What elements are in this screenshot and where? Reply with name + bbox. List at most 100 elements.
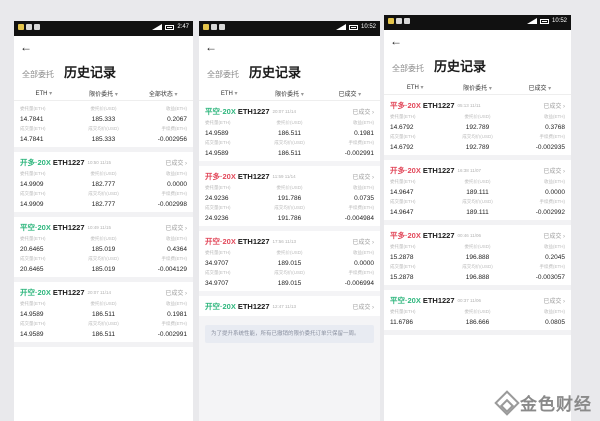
- field-label: 委托价(USD): [90, 236, 117, 241]
- field-value: -0.002956: [157, 135, 188, 143]
- order-card[interactable]: 开空·20X ETH1227 12:47 11/13 已成交: [199, 296, 380, 321]
- field-label: 收益(ETH): [543, 114, 565, 119]
- field-label: 手续费(ETH): [539, 199, 565, 204]
- order-card[interactable]: 开多·20XETH122711:59 11/14 已成交 委托量(ETH) 委托价(…: [199, 166, 380, 231]
- field-label: 收益(ETH): [352, 185, 374, 190]
- field-value: 14.7841: [20, 115, 44, 123]
- order-status[interactable]: 已成交: [165, 158, 187, 167]
- order-status[interactable]: 已成交: [165, 223, 187, 232]
- field-value: 14.9647: [390, 188, 414, 196]
- tab-all-orders[interactable]: 全部委托: [207, 69, 239, 80]
- field-value: 192.789: [465, 123, 490, 131]
- tab-all-orders[interactable]: 全部委托: [22, 69, 54, 80]
- field-value: -0.002935: [535, 143, 565, 151]
- order-card[interactable]: 平多·20XETH122700:46 11/06 已成交 委托量(ETH) 委托价(…: [384, 225, 571, 290]
- field-value: 0.2067: [167, 115, 188, 123]
- field-label: 手续费(ETH): [161, 321, 188, 326]
- filter-order-type[interactable]: 限价委托: [74, 89, 134, 98]
- filter-order-type[interactable]: 限价委托: [446, 83, 508, 92]
- field-value: -0.002991: [344, 149, 374, 157]
- field-value: -0.002992: [535, 208, 565, 216]
- order-time: 10:49 11/15: [87, 224, 111, 230]
- field-label: 成交量(ETH): [20, 321, 46, 326]
- order-card[interactable]: 开多·20XETH122716:38 11/07 已成交 委托量(ETH) 委托价(…: [384, 160, 571, 225]
- order-card[interactable]: 开空·20XETH122720:07 11/14 已成交 委托量(ETH) 委托价(…: [14, 282, 193, 347]
- order-time: 11:59 11/14: [272, 173, 296, 179]
- order-card[interactable]: 开空·20XETH122717:56 11/13 已成交 委托量(ETH) 委托价(…: [199, 231, 380, 296]
- order-card[interactable]: 平空·20XETH122710:49 11/15 已成交 委托量(ETH) 委托价(…: [14, 217, 193, 282]
- order-status[interactable]: 已成交: [352, 237, 374, 246]
- order-symbol: ETH1227: [237, 236, 270, 246]
- field-value: 191.786: [277, 214, 302, 222]
- field-value: 11.6786: [390, 318, 414, 326]
- field-value: 186.666: [465, 318, 490, 326]
- field-value: 15.2878: [390, 253, 414, 261]
- watermark-logo-icon: [494, 389, 520, 416]
- order-symbol: ETH1227: [422, 230, 455, 240]
- order-card[interactable]: 开多·20XETH122710:50 11/15 已成交 委托量(ETH) 委托价(…: [14, 152, 193, 217]
- order-time: 20:07 11/14: [272, 108, 296, 114]
- field-label: 成交均价(USD): [88, 126, 119, 131]
- filter-status[interactable]: 已成交: [509, 83, 571, 92]
- field-label: 成交均价(USD): [88, 321, 119, 326]
- order-card[interactable]: 平空·20XETH122720:07 11/14 已成交 委托量(ETH) 委托价(…: [199, 101, 380, 166]
- filter-currency[interactable]: ETH: [384, 84, 446, 91]
- order-status[interactable]: 已成交: [543, 101, 565, 110]
- order-symbol: ETH1227: [52, 222, 85, 232]
- field-value: 14.9589: [205, 129, 229, 137]
- order-status[interactable]: 已成交: [543, 166, 565, 175]
- watermark-text: 金色财经: [520, 395, 592, 414]
- field-label: 委托量(ETH): [205, 120, 231, 125]
- field-label: 成交量(ETH): [390, 199, 416, 204]
- status-time: 2:47: [177, 24, 189, 30]
- field-label: 成交量(ETH): [205, 205, 231, 210]
- order-time: 10:50 11/15: [87, 159, 111, 165]
- order-status[interactable]: 已成交: [352, 172, 374, 181]
- field-label: 委托量(ETH): [20, 171, 46, 176]
- field-value: 189.015: [277, 259, 302, 267]
- order-side: 平空·20X: [205, 106, 236, 116]
- order-status[interactable]: 已成交: [352, 107, 374, 116]
- field-label: 委托价(USD): [464, 114, 491, 119]
- back-arrow-icon[interactable]: ←: [390, 35, 402, 47]
- filter-currency[interactable]: ETH: [14, 90, 74, 97]
- tab-all-orders[interactable]: 全部委托: [392, 63, 424, 74]
- field-value: 14.6792: [390, 123, 414, 131]
- field-label: 手续费(ETH): [539, 264, 565, 269]
- field-value: 14.9909: [20, 200, 44, 208]
- field-label: 手续费(ETH): [348, 205, 374, 210]
- field-value: -0.002991: [157, 330, 188, 338]
- order-card[interactable]: 平空·20XETH122700:37 11/06 已成交 委托量(ETH) 委托价(…: [384, 290, 571, 335]
- field-value: 0.0735: [354, 194, 374, 202]
- order-status[interactable]: 已成交: [543, 296, 565, 305]
- field-value: -0.006994: [344, 279, 374, 287]
- field-label: 委托量(ETH): [20, 106, 46, 111]
- order-side: 平多·20X: [390, 230, 421, 240]
- field-label: 手续费(ETH): [161, 126, 188, 131]
- order-status[interactable]: 已成交: [543, 231, 565, 240]
- filter-order-type[interactable]: 限价委托: [259, 89, 319, 98]
- filter-currency[interactable]: ETH: [199, 90, 259, 97]
- back-arrow-icon[interactable]: ←: [205, 41, 217, 53]
- order-status[interactable]: 已成交: [165, 288, 187, 297]
- order-card[interactable]: 平多·20XETH122705:13 11/11 已成交 委托量(ETH) 委托价(…: [384, 95, 571, 160]
- order-side: 开空·20X: [205, 301, 236, 311]
- order-side: 开多·20X: [20, 157, 51, 167]
- field-label: 委托量(ETH): [390, 244, 416, 249]
- order-time: 05:13 11/11: [457, 102, 481, 108]
- order-time: 16:38 11/07: [457, 167, 481, 173]
- order-side: 开空·20X: [205, 236, 236, 246]
- order-card[interactable]: 委托量(ETH) 委托价(USD) 收益(ETH) 14.7841 185.333 0.…: [14, 101, 193, 152]
- back-arrow-icon[interactable]: ←: [20, 41, 32, 53]
- field-label: 手续费(ETH): [161, 191, 188, 196]
- order-status[interactable]: 已成交: [352, 302, 374, 311]
- filter-status[interactable]: 全部状态: [133, 89, 193, 98]
- field-value: 186.511: [92, 310, 116, 318]
- field-value: 0.1981: [167, 310, 188, 318]
- field-label: 收益(ETH): [352, 250, 374, 255]
- field-value: 20.6465: [20, 265, 44, 273]
- field-label: 手续费(ETH): [348, 270, 374, 275]
- field-label: 委托量(ETH): [390, 179, 416, 184]
- order-time: 17:56 11/13: [272, 238, 296, 244]
- filter-status[interactable]: 已成交: [320, 89, 380, 98]
